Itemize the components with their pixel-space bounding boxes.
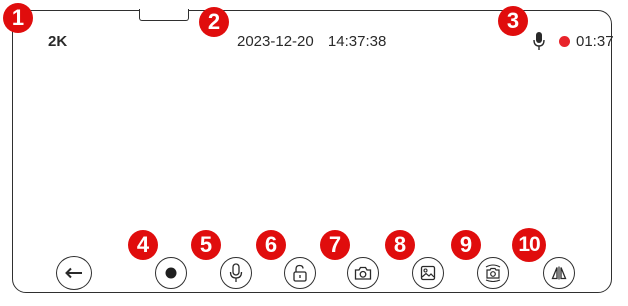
callout-1: 1 [3,3,33,33]
camera-icon [354,266,372,280]
callout-5: 5 [191,230,221,260]
callout-10: 10 [512,228,546,262]
microphone-button[interactable] [220,257,252,289]
switch-camera-button[interactable] [477,257,509,289]
arrow-left-icon [65,267,82,279]
back-button[interactable] [56,256,92,290]
microphone-icon [229,263,243,282]
microphone-icon [533,32,545,50]
camera-switch-icon [485,264,501,282]
snapshot-button[interactable] [347,257,379,289]
mirror-flip-icon [551,266,567,280]
date-text: 2023-12-20 [237,33,314,50]
callout-6: 6 [256,230,286,260]
time-text: 14:37:38 [327,33,387,50]
unlock-button[interactable] [284,257,316,289]
record-dot-icon [165,267,177,279]
resolution-label[interactable]: 2K [48,33,67,50]
callout-4: 4 [128,230,158,260]
record-button[interactable] [155,257,187,289]
unlock-icon [293,264,307,282]
frame-tab [139,9,189,21]
recording-timer: 01:37 [576,33,614,50]
callout-3: 3 [498,6,528,36]
recording-indicator [559,36,570,47]
mirror-button[interactable] [543,257,575,289]
gallery-button[interactable] [412,257,444,289]
callout-8: 8 [385,230,415,260]
callout-9: 9 [451,230,481,260]
callout-2: 2 [199,7,229,37]
timestamp: 2023-12-20 14:37:38 [237,33,386,50]
image-icon [420,265,436,281]
callout-7: 7 [320,230,350,260]
